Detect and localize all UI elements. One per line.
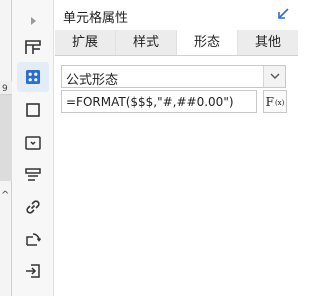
cell-properties-panel: 单元格属性 扩展 样式 形态 其他 公式形态 F(x): [55, 0, 298, 296]
border-square-icon[interactable]: [17, 95, 49, 125]
widget-icon[interactable]: [17, 128, 49, 158]
tab-form[interactable]: 形态: [177, 30, 238, 55]
panel-header: 单元格属性: [55, 0, 298, 28]
side-toolbar: [12, 0, 54, 296]
canvas-edge: 9 ^: [0, 0, 12, 296]
chart-refresh-icon[interactable]: [17, 224, 49, 254]
form-type-value: 公式形态: [66, 73, 119, 88]
row-number: 9: [2, 84, 8, 94]
import-icon[interactable]: [17, 256, 49, 286]
formula-input[interactable]: [61, 90, 257, 113]
tab-style[interactable]: 样式: [116, 30, 177, 55]
formula-row: F(x): [61, 90, 292, 114]
fx-icon: F: [265, 94, 274, 109]
function-editor-button[interactable]: F (x): [263, 90, 287, 113]
chevron-down-icon[interactable]: [263, 66, 285, 87]
app-root: 9 ^ 单元格属性 扩展 样式 形态 其他 公式形态 =FORMAT($$$,"…: [0, 0, 298, 296]
property-tabs: 扩展 样式 形态 其他: [55, 30, 298, 56]
fx-icon-sub: (x): [274, 99, 285, 107]
chevron-up-icon[interactable]: ^: [1, 190, 9, 201]
form-type-select[interactable]: 公式形态: [61, 65, 286, 88]
tab-expand[interactable]: 扩展: [55, 30, 116, 55]
list-icon[interactable]: [17, 160, 49, 190]
collapse-arrow-icon[interactable]: [274, 5, 292, 23]
cell-attribute-icon[interactable]: [17, 62, 49, 92]
hyperlink-icon[interactable]: [17, 192, 49, 222]
tab-other[interactable]: 其他: [238, 30, 298, 55]
cell-layout-icon[interactable]: [17, 32, 49, 62]
panel-title: 单元格属性: [63, 11, 129, 26]
canvas-shaded-area: [0, 95, 12, 181]
